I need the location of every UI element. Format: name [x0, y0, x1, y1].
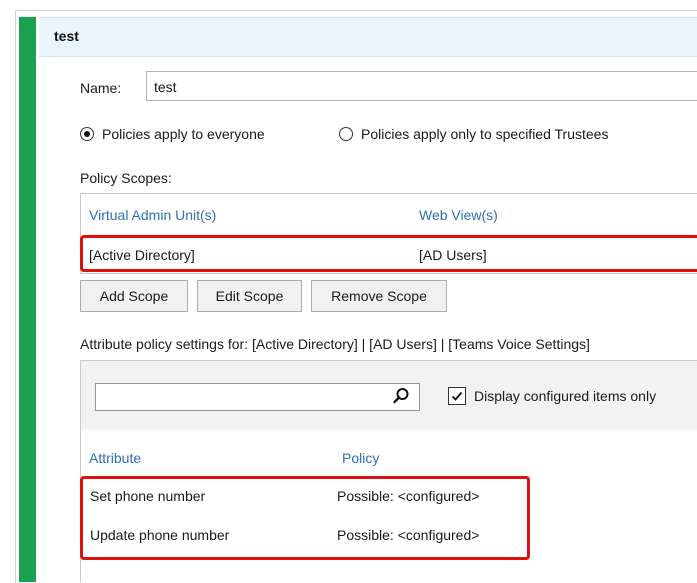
add-scope-button[interactable]: Add Scope	[80, 280, 188, 312]
edit-scope-button[interactable]: Edit Scope	[197, 280, 302, 312]
attribute-row-1-name[interactable]: Set phone number	[90, 488, 205, 504]
radio-trustees-label: Policies apply only to specified Trustee…	[361, 126, 609, 142]
radio-everyone-label: Policies apply to everyone	[102, 126, 265, 142]
name-field-value: test	[154, 79, 177, 95]
page-title: test	[54, 28, 79, 44]
attribute-row-1-policy[interactable]: Possible: <configured>	[337, 488, 479, 504]
check-icon	[451, 391, 463, 401]
attribute-search-input[interactable]	[95, 383, 420, 411]
attribute-row-2-policy[interactable]: Possible: <configured>	[337, 527, 479, 543]
scope-row-unit: [Active Directory]	[89, 247, 195, 263]
radio-trustees[interactable]: Policies apply only to specified Trustee…	[339, 126, 608, 142]
status-accent-bar	[19, 17, 36, 582]
attribute-row-2-name[interactable]: Update phone number	[90, 527, 229, 543]
radio-everyone-button[interactable]	[80, 127, 94, 141]
column-header-attribute[interactable]: Attribute	[89, 450, 141, 466]
column-header-policy[interactable]: Policy	[342, 450, 379, 466]
remove-scope-button[interactable]: Remove Scope	[311, 280, 447, 312]
policy-scopes-label: Policy Scopes:	[80, 170, 172, 186]
name-label: Name:	[80, 80, 122, 96]
name-field[interactable]: test	[146, 71, 697, 101]
column-header-virtual-admin-unit[interactable]: Virtual Admin Unit(s)	[89, 207, 216, 223]
display-configured-checkbox[interactable]	[448, 387, 466, 405]
policy-header: test	[39, 17, 697, 57]
scope-row-webview: [AD Users]	[419, 247, 487, 263]
attribute-policy-label: Attribute policy settings for: [Active D…	[80, 336, 590, 352]
column-header-web-view[interactable]: Web View(s)	[419, 207, 498, 223]
search-icon[interactable]	[391, 386, 411, 406]
radio-trustees-button[interactable]	[339, 127, 353, 141]
display-configured-label: Display configured items only	[474, 388, 657, 404]
radio-everyone[interactable]: Policies apply to everyone	[80, 126, 265, 142]
